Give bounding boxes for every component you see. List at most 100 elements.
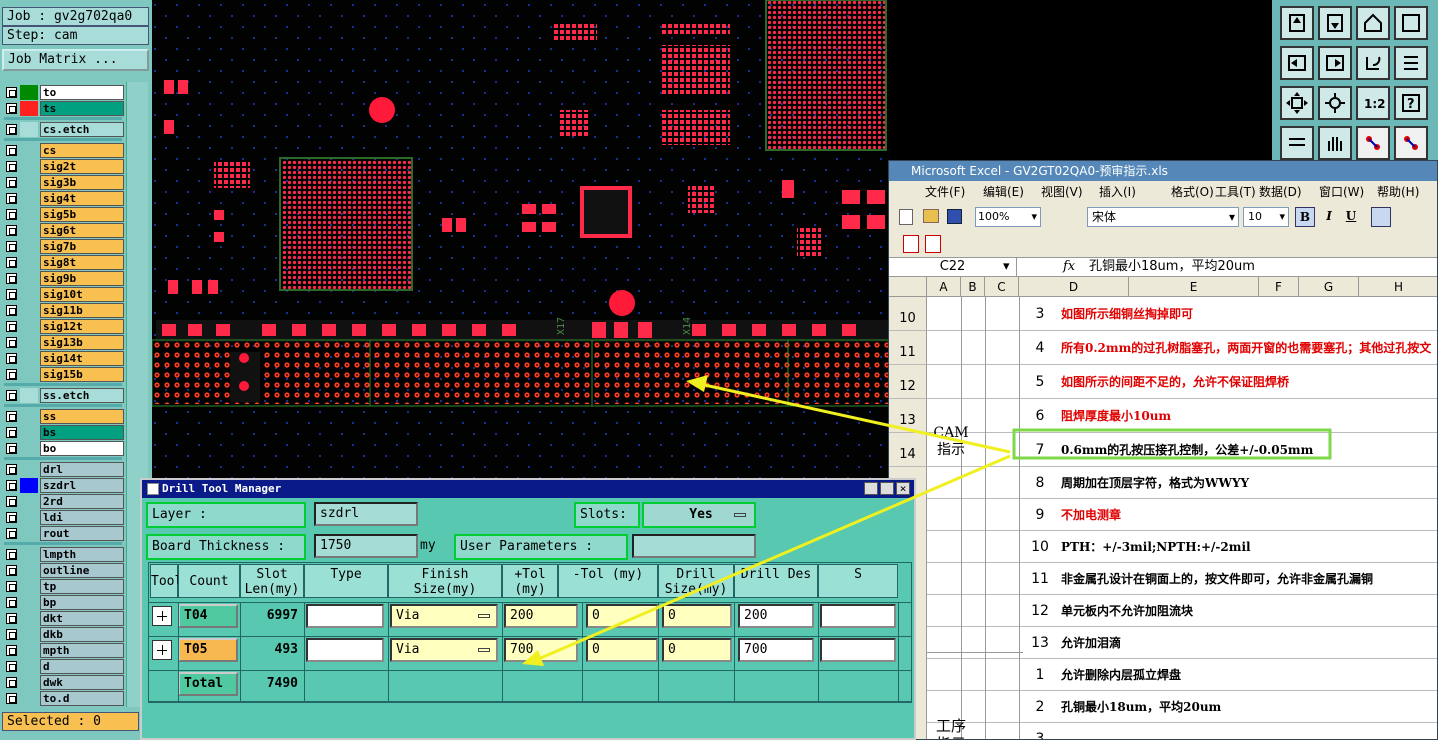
layer-color-swatch[interactable]: [20, 223, 38, 238]
layer-row[interactable]: 2rd: [4, 494, 124, 509]
spreadsheet-row[interactable]: 8 周期加在顶层字符，格式为WWYY: [927, 467, 1437, 499]
layer-name[interactable]: ts: [40, 101, 124, 116]
layer-row[interactable]: sig9b: [4, 271, 124, 286]
layer-color-swatch[interactable]: [20, 85, 38, 100]
zoom-fit-button[interactable]: [1280, 86, 1314, 120]
layer-name[interactable]: cs.etch: [40, 122, 124, 137]
excel-menu-item[interactable]: 窗口(W): [1319, 181, 1364, 203]
layer-color-swatch[interactable]: [20, 255, 38, 270]
layer-checkbox[interactable]: [6, 124, 17, 135]
layer-color-swatch[interactable]: [20, 595, 38, 610]
layer-color-swatch[interactable]: [20, 675, 38, 690]
layer-checkbox[interactable]: [6, 512, 17, 523]
spreadsheet-row[interactable]: 7 0.6mm的孔按压接孔控制，公差+/-0.05mm: [927, 433, 1437, 467]
layer-row[interactable]: sig14t: [4, 351, 124, 366]
user-parameters-field[interactable]: [632, 534, 756, 558]
layer-checkbox[interactable]: [6, 597, 17, 608]
layer-name[interactable]: sig4t: [40, 191, 124, 206]
layer-checkbox[interactable]: [6, 353, 17, 364]
layer-row[interactable]: bo: [4, 441, 124, 456]
rotate-button[interactable]: [1356, 46, 1390, 80]
layer-row[interactable]: sig4t: [4, 191, 124, 206]
excel-menu-item[interactable]: 格式(O): [1171, 181, 1214, 203]
net-button[interactable]: [1356, 126, 1390, 160]
pcb-canvas[interactable]: X17 X14: [152, 0, 890, 478]
spreadsheet-row[interactable]: 4 所有0.2mm的过孔树脂塞孔，两面开窗的也需要塞孔；其他过孔按文: [927, 331, 1437, 365]
layer-row[interactable]: cs: [4, 143, 124, 158]
layer-checkbox[interactable]: [6, 645, 17, 656]
layer-name[interactable]: sig6t: [40, 223, 124, 238]
spreadsheet-row[interactable]: 5 如图所示的间距不足的，允许不保证阻焊桥: [927, 365, 1437, 399]
finish-size-input[interactable]: 700: [504, 638, 578, 662]
pdf-options-icon[interactable]: [925, 235, 941, 253]
layer-checkbox[interactable]: [6, 103, 17, 114]
layer-row[interactable]: cs.etch: [4, 122, 124, 137]
spreadsheet-row[interactable]: 10 PTH：+/-3mil;NPTH:+/-2mil: [927, 531, 1437, 563]
layer-row[interactable]: dkb: [4, 627, 124, 642]
layer-name[interactable]: sig9b: [40, 271, 124, 286]
layer-color-swatch[interactable]: [20, 367, 38, 382]
layer-checkbox[interactable]: [6, 145, 17, 156]
layer-color-swatch[interactable]: [20, 659, 38, 674]
minus-tol-input[interactable]: 0: [662, 604, 732, 628]
layer-color-swatch[interactable]: [20, 388, 38, 403]
layer-name[interactable]: bo: [40, 441, 124, 456]
layer-row[interactable]: sig13b: [4, 335, 124, 350]
column-header[interactable]: C: [985, 277, 1019, 297]
layer-color-swatch[interactable]: [20, 207, 38, 222]
layer-color-swatch[interactable]: [20, 441, 38, 456]
layer-checkbox[interactable]: [6, 161, 17, 172]
mirror-button[interactable]: [1394, 46, 1428, 80]
layer-name[interactable]: 2rd: [40, 494, 124, 509]
layer-checkbox[interactable]: [6, 565, 17, 576]
column-header[interactable]: G: [1299, 277, 1359, 297]
layer-name[interactable]: rout: [40, 526, 124, 541]
layer-color-swatch[interactable]: [20, 627, 38, 642]
plus-tol-input[interactable]: 0: [586, 604, 658, 628]
layer-checkbox[interactable]: [6, 464, 17, 475]
layer-checkbox[interactable]: [6, 273, 17, 284]
layer-checkbox[interactable]: [6, 629, 17, 640]
layer-row[interactable]: outline: [4, 563, 124, 578]
layer-row[interactable]: d: [4, 659, 124, 674]
spreadsheet-row[interactable]: 6 阻焊厚度最小10um: [927, 399, 1437, 433]
layer-row[interactable]: drl: [4, 462, 124, 477]
layer-name[interactable]: cs: [40, 143, 124, 158]
spreadsheet-row[interactable]: 3: [927, 723, 1437, 739]
open-icon[interactable]: [923, 209, 939, 223]
layer-row[interactable]: ldi: [4, 510, 124, 525]
layer-row[interactable]: ss.etch: [4, 388, 124, 403]
layer-checkbox[interactable]: [6, 677, 17, 688]
layer-name[interactable]: sig12t: [40, 319, 124, 334]
drill-size-input[interactable]: 200: [738, 604, 814, 628]
layer-row[interactable]: tp: [4, 579, 124, 594]
column-header[interactable]: D: [1019, 277, 1129, 297]
spreadsheet-row[interactable]: 2 孔铜最小18um，平均20um: [927, 691, 1437, 723]
excel-menu-item[interactable]: 文件(F): [925, 181, 965, 203]
layer-checkbox[interactable]: [6, 480, 17, 491]
layer-name[interactable]: sig7b: [40, 239, 124, 254]
layer-row[interactable]: sig5b: [4, 207, 124, 222]
layer-color-swatch[interactable]: [20, 691, 38, 706]
layer-row[interactable]: to: [4, 85, 124, 100]
net-highlight-button[interactable]: [1394, 126, 1428, 160]
type-select[interactable]: Via: [390, 638, 498, 662]
layer-color-swatch[interactable]: [20, 287, 38, 302]
layer-checkbox[interactable]: [6, 209, 17, 220]
row-header[interactable]: 13: [889, 399, 927, 433]
drill-des-input[interactable]: [820, 638, 896, 662]
plus-tol-input[interactable]: 0: [586, 638, 658, 662]
excel-menu-item[interactable]: 数据(D): [1259, 181, 1302, 203]
row-header[interactable]: 10: [889, 297, 927, 331]
slot-length-input[interactable]: [306, 604, 384, 628]
layer-checkbox[interactable]: [6, 528, 17, 539]
layer-name[interactable]: dkt: [40, 611, 124, 626]
layer-name[interactable]: tp: [40, 579, 124, 594]
layer-row[interactable]: szdrl: [4, 478, 124, 493]
layer-name[interactable]: to: [40, 85, 124, 100]
layer-color-swatch[interactable]: [20, 510, 38, 525]
layer-checkbox[interactable]: [6, 496, 17, 507]
select-all-corner[interactable]: [889, 277, 927, 297]
move-down-button[interactable]: [1318, 6, 1352, 40]
layer-name[interactable]: bs: [40, 425, 124, 440]
